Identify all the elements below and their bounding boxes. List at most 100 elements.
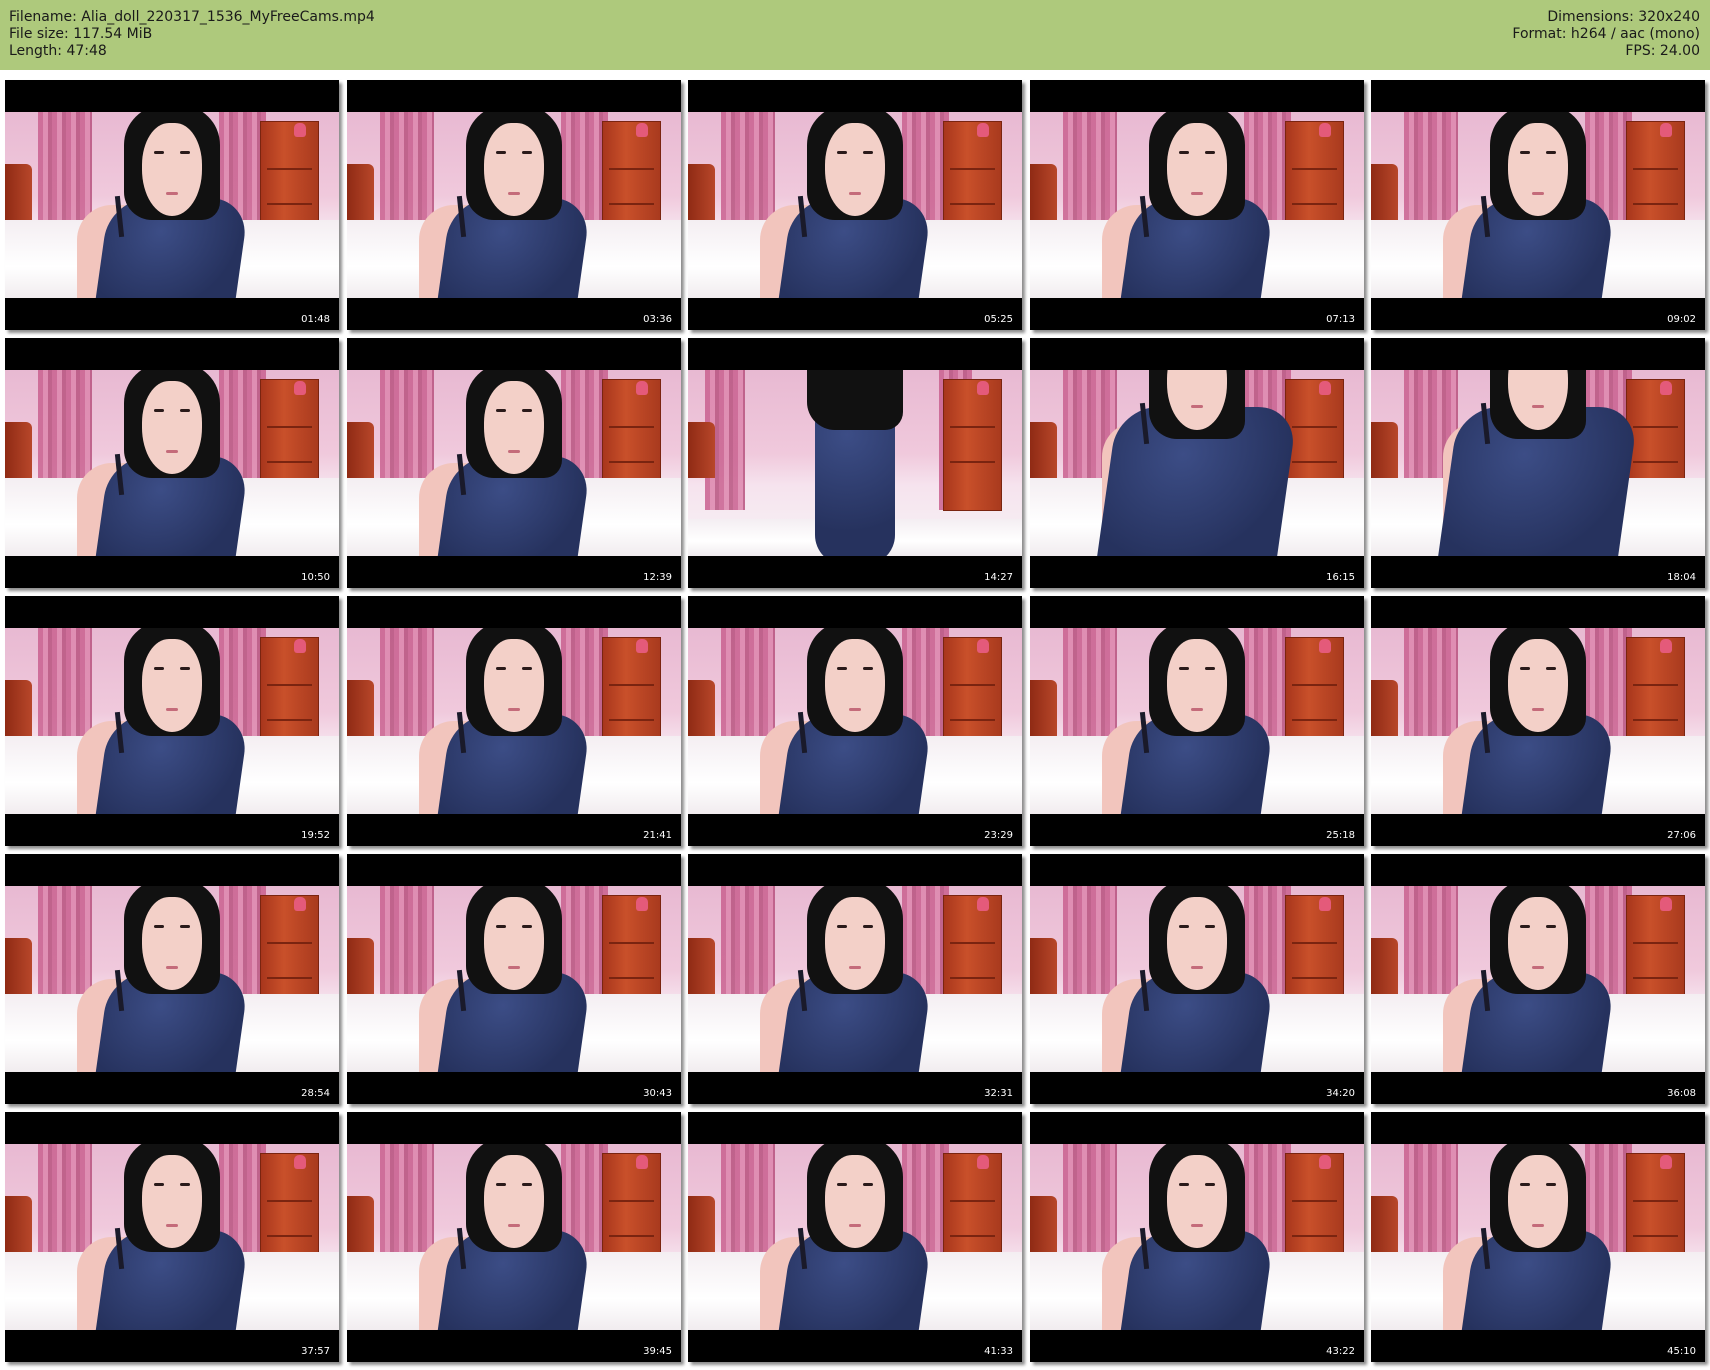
video-frame bbox=[1371, 112, 1705, 298]
eye bbox=[522, 925, 532, 929]
eye bbox=[1205, 151, 1215, 155]
eye bbox=[1205, 1183, 1215, 1187]
lamp bbox=[1318, 381, 1331, 396]
eye bbox=[154, 151, 164, 155]
thumbnail[interactable]: 39:45 bbox=[347, 1112, 681, 1362]
thumbnail[interactable]: 01:48 bbox=[5, 80, 339, 330]
thumbnail[interactable]: 09:02 bbox=[1371, 80, 1705, 330]
thumbnail[interactable]: 36:08 bbox=[1371, 854, 1705, 1104]
timestamp: 01:48 bbox=[301, 314, 330, 325]
thumbnail[interactable]: 28:54 bbox=[5, 854, 339, 1104]
thumbnail[interactable]: 14:27 bbox=[688, 338, 1022, 588]
eye bbox=[1205, 925, 1215, 929]
thumbnail[interactable]: 03:36 bbox=[347, 80, 681, 330]
lamp bbox=[1659, 1155, 1672, 1170]
lamp bbox=[1659, 381, 1672, 396]
face bbox=[484, 639, 544, 733]
face bbox=[1167, 123, 1227, 217]
hair bbox=[807, 370, 903, 430]
eye bbox=[863, 925, 873, 929]
eye bbox=[1179, 151, 1189, 155]
bed-headboard bbox=[1371, 938, 1398, 994]
thumbnail[interactable]: 05:25 bbox=[688, 80, 1022, 330]
video-frame bbox=[1371, 1144, 1705, 1330]
eye bbox=[154, 667, 164, 671]
eye bbox=[1179, 667, 1189, 671]
thumbnail[interactable]: 45:10 bbox=[1371, 1112, 1705, 1362]
mouth bbox=[849, 191, 861, 195]
lamp bbox=[635, 381, 648, 396]
thumbnail-grid: 01:48 03:36 05:25 07:13 09:02 10:50 12:39 14:27… bbox=[0, 0, 1710, 1370]
thumbnail[interactable]: 34:20 bbox=[1030, 854, 1364, 1104]
mouth bbox=[849, 965, 861, 969]
bed-headboard bbox=[688, 422, 715, 478]
thumbnail[interactable]: 43:22 bbox=[1030, 1112, 1364, 1362]
thumbnail[interactable]: 16:15 bbox=[1030, 338, 1364, 588]
timestamp: 23:29 bbox=[984, 830, 1013, 841]
eye bbox=[1179, 925, 1189, 929]
bed-headboard bbox=[347, 680, 374, 736]
lamp bbox=[1659, 639, 1672, 654]
bed-headboard bbox=[347, 422, 374, 478]
lamp bbox=[635, 897, 648, 912]
face bbox=[1167, 1155, 1227, 1249]
eye bbox=[1520, 1183, 1530, 1187]
timestamp: 07:13 bbox=[1326, 314, 1355, 325]
lamp bbox=[1659, 123, 1672, 138]
mouth bbox=[849, 1223, 861, 1227]
bed-headboard bbox=[688, 938, 715, 994]
bed-headboard bbox=[1371, 1196, 1398, 1252]
timestamp: 39:45 bbox=[643, 1346, 672, 1357]
face bbox=[1167, 897, 1227, 991]
bed-headboard bbox=[1371, 422, 1398, 478]
mouth bbox=[849, 707, 861, 711]
eye bbox=[863, 667, 873, 671]
eye bbox=[496, 1183, 506, 1187]
face bbox=[142, 123, 202, 217]
video-frame bbox=[1030, 628, 1364, 814]
video-frame bbox=[1371, 628, 1705, 814]
mouth bbox=[508, 965, 520, 969]
thumbnail[interactable]: 25:18 bbox=[1030, 596, 1364, 846]
face bbox=[825, 639, 885, 733]
lamp bbox=[293, 639, 306, 654]
eye bbox=[1546, 925, 1556, 929]
lamp bbox=[1318, 897, 1331, 912]
face bbox=[1508, 639, 1568, 733]
thumbnail[interactable]: 32:31 bbox=[688, 854, 1022, 1104]
eye bbox=[180, 667, 190, 671]
video-frame bbox=[688, 628, 1022, 814]
thumbnail[interactable]: 27:06 bbox=[1371, 596, 1705, 846]
thumbnail[interactable]: 21:41 bbox=[347, 596, 681, 846]
mouth bbox=[508, 191, 520, 195]
thumbnail[interactable]: 30:43 bbox=[347, 854, 681, 1104]
thumbnail[interactable]: 12:39 bbox=[347, 338, 681, 588]
thumbnail[interactable]: 37:57 bbox=[5, 1112, 339, 1362]
timestamp: 34:20 bbox=[1326, 1088, 1355, 1099]
eye bbox=[1546, 151, 1556, 155]
thumbnail[interactable]: 07:13 bbox=[1030, 80, 1364, 330]
eye bbox=[1520, 151, 1530, 155]
eye bbox=[180, 151, 190, 155]
thumbnail[interactable]: 41:33 bbox=[688, 1112, 1022, 1362]
lamp bbox=[976, 381, 989, 396]
mouth bbox=[166, 965, 178, 969]
eye bbox=[522, 409, 532, 413]
eye bbox=[496, 667, 506, 671]
timestamp: 30:43 bbox=[643, 1088, 672, 1099]
thumbnail[interactable]: 18:04 bbox=[1371, 338, 1705, 588]
eye bbox=[522, 667, 532, 671]
face bbox=[1508, 123, 1568, 217]
thumbnail[interactable]: 23:29 bbox=[688, 596, 1022, 846]
timestamp: 25:18 bbox=[1326, 830, 1355, 841]
mouth bbox=[1532, 707, 1544, 711]
timestamp: 10:50 bbox=[301, 572, 330, 583]
thumbnail[interactable]: 10:50 bbox=[5, 338, 339, 588]
mouth bbox=[1191, 405, 1203, 409]
bed-headboard bbox=[347, 938, 374, 994]
lamp bbox=[1318, 123, 1331, 138]
eye bbox=[837, 1183, 847, 1187]
video-frame bbox=[5, 886, 339, 1072]
mouth bbox=[508, 449, 520, 453]
thumbnail[interactable]: 19:52 bbox=[5, 596, 339, 846]
